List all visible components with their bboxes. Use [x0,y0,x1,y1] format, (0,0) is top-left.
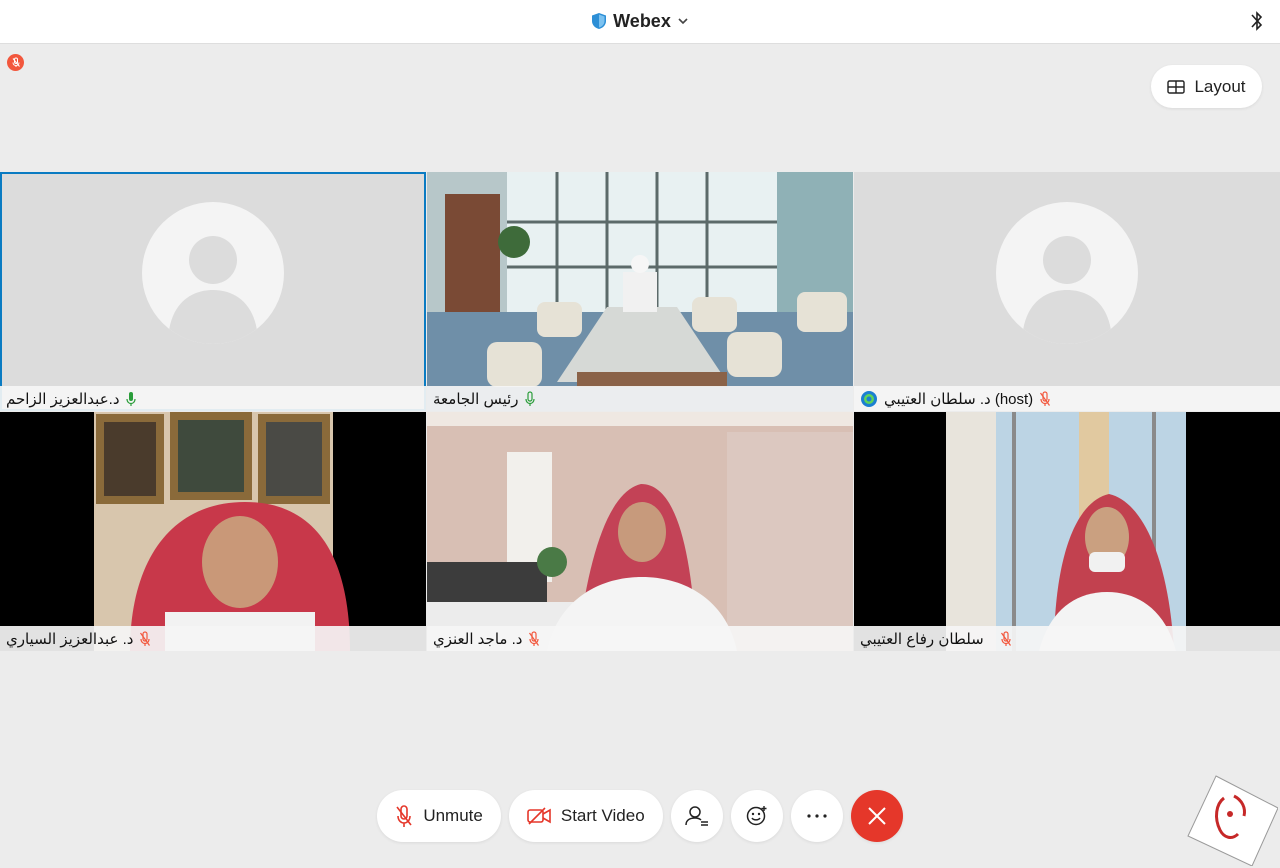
participant-video-feed [0,412,426,651]
start-video-label: Start Video [560,806,645,825]
watermark-logo [1186,774,1279,867]
participant-tile[interactable]: د. ماجد العنزي [427,412,853,651]
participant-nameplate: رئيس الجامعة [427,386,853,411]
shield-icon [592,13,607,29]
participant-tile[interactable]: سلطان رفاع العتيبي [854,412,1280,651]
participant-grid: د.عبدالعزيز الزاحم رئيس الجامعة د. سلطان… [0,172,1280,651]
mic-muted-icon [140,630,151,646]
more-options-button[interactable] [790,790,843,842]
participant-name: رئيس الجامعة [433,390,519,408]
self-muted-indicator [7,54,24,71]
more-dots-icon [807,814,827,818]
participant-name: د. سلطان العتيبي (host) [884,390,1034,408]
participant-video-feed [427,412,853,651]
mic-muted-icon [1000,630,1011,646]
mic-muted-icon [396,805,412,827]
mic-muted-icon [12,57,20,67]
participant-name: د.عبدالعزيز الزاحم [6,390,120,408]
mic-muted-icon [1040,390,1051,406]
bluetooth-icon [1251,11,1263,31]
title-bar: Webex [0,0,1280,44]
participant-nameplate: د. سلطان العتيبي (host) [854,386,1280,411]
webex-host-icon [861,390,877,407]
mic-on-icon [524,390,535,406]
layout-button[interactable]: Layout [1151,65,1262,108]
video-off-icon [527,807,551,825]
participant-name: د. ماجد العنزي [433,630,523,648]
app-title: Webex [613,10,671,31]
close-icon [867,807,886,825]
reactions-button[interactable] [730,790,783,842]
chevron-down-icon [678,18,688,25]
participant-nameplate: د. عبدالعزيز السياري [0,626,426,651]
avatar-placeholder [996,202,1138,344]
participant-tile[interactable]: د. سلطان العتيبي (host) [854,172,1280,411]
participant-name: سلطان رفاع العتيبي [860,630,984,648]
grid-layout-icon [1167,79,1186,94]
participant-name: د. عبدالعزيز السياري [6,630,134,648]
participant-nameplate: د.عبدالعزيز الزاحم [0,386,426,411]
emoji-reaction-icon [746,806,767,826]
participant-video-feed [854,412,1280,651]
unmute-button[interactable]: Unmute [377,790,501,842]
participant-video-feed [427,172,853,411]
participant-tile[interactable]: د.عبدالعزيز الزاحم [0,172,426,411]
avatar-placeholder [142,202,284,344]
end-call-button[interactable] [850,790,903,842]
start-video-button[interactable]: Start Video [508,790,663,842]
participants-button[interactable] [670,790,723,842]
unmute-label: Unmute [423,806,483,825]
layout-button-label: Layout [1194,76,1246,96]
participant-nameplate: د. ماجد العنزي [427,626,853,651]
participants-icon [684,806,708,826]
mic-muted-icon [529,630,540,646]
participant-tile[interactable]: رئيس الجامعة [427,172,853,411]
meeting-controls: Unmute Start Video [0,790,1280,842]
mic-on-icon [125,391,136,406]
participant-tile[interactable]: د. عبدالعزيز السياري [0,412,426,651]
app-title-menu[interactable]: Webex [0,0,1280,42]
participant-nameplate: سلطان رفاع العتيبي [854,626,1280,651]
